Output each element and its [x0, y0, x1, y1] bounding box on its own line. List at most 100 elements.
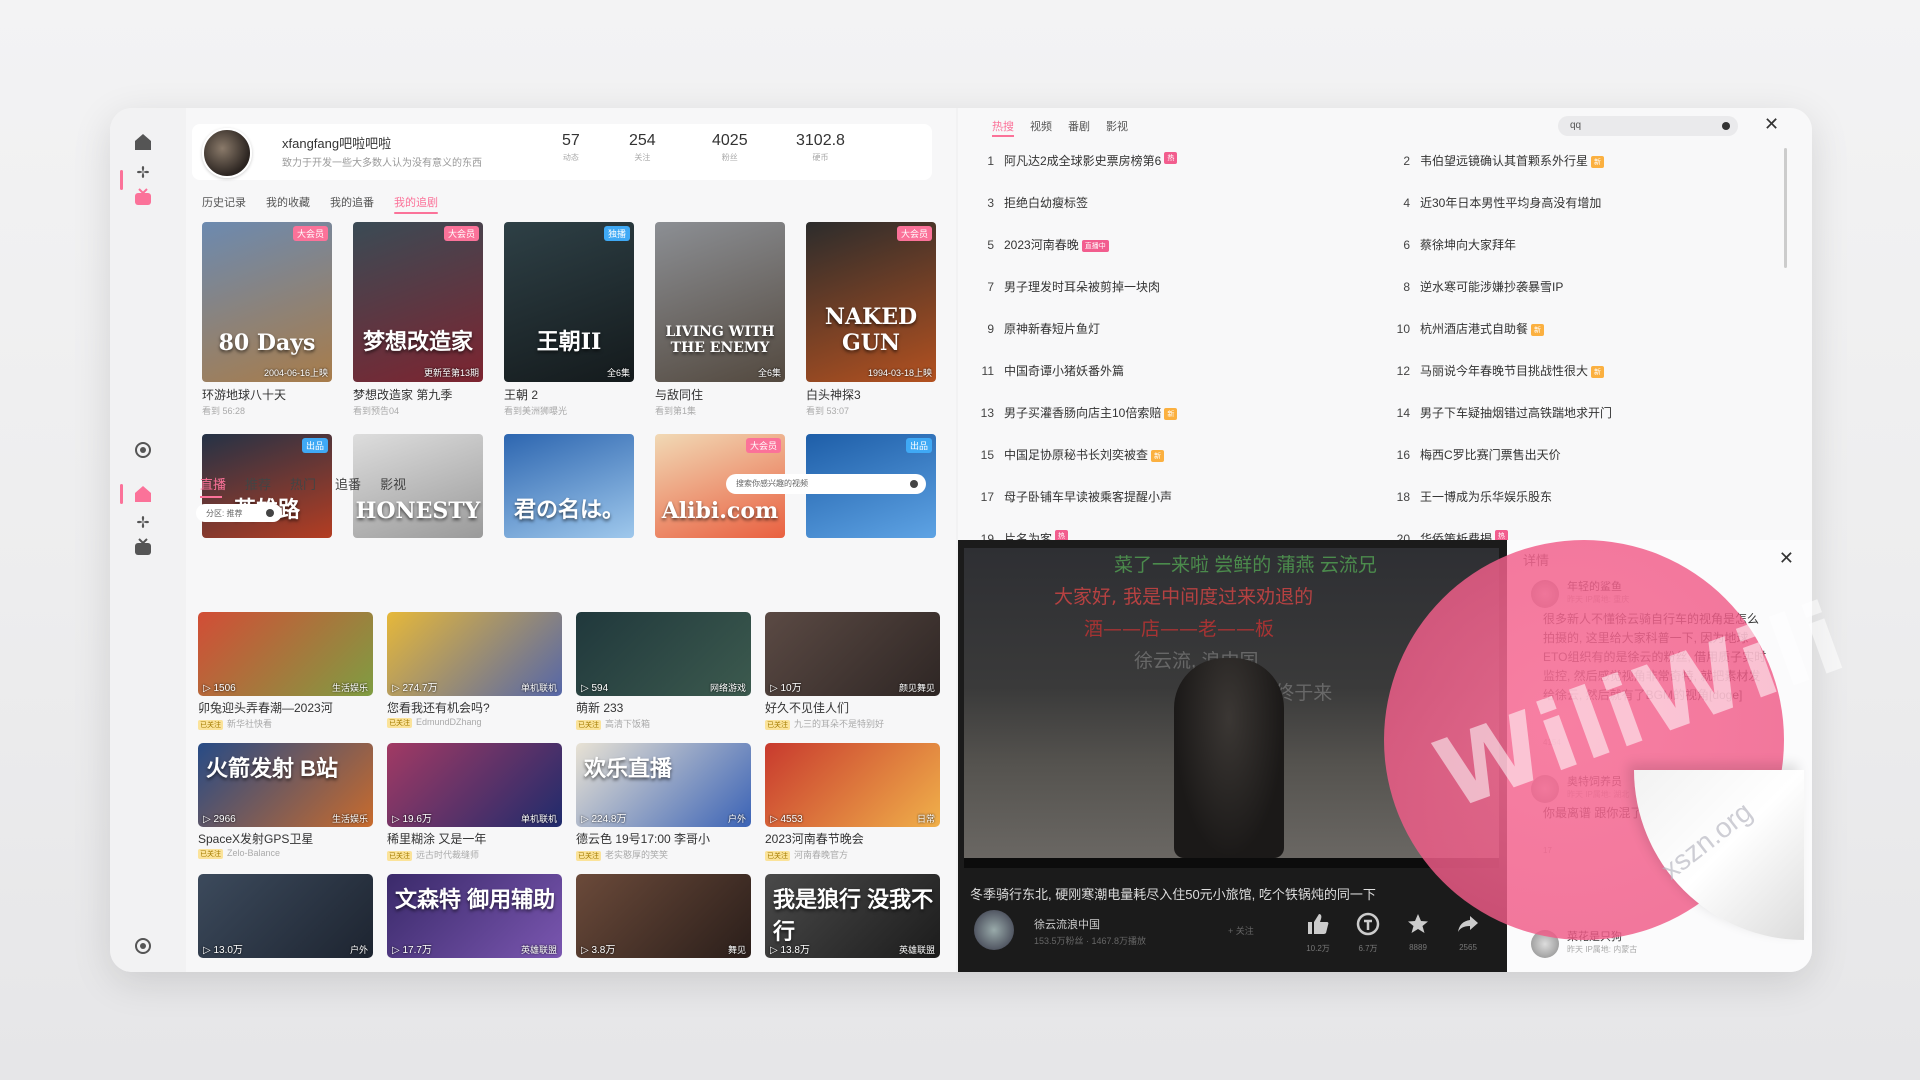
trending-item[interactable]: 15 中国足协原秘书长刘奕被查新 — [972, 446, 1165, 463]
show-poster[interactable]: NAKED GUN 大会员 1994-03-18上映 — [806, 222, 936, 382]
avatar[interactable] — [202, 128, 252, 178]
fan-icon[interactable] — [131, 160, 155, 184]
video-card[interactable]: ▷ 10万 颜见舞见 好久不见佳人们 已关注 九三的耳朵不是特别好 — [765, 612, 940, 730]
home-icon[interactable] — [131, 130, 155, 154]
video-thumbnail[interactable]: ▷ 3.8万 舞见 — [576, 874, 751, 958]
video-card[interactable]: ▷ 13.0万 户外 — [198, 874, 373, 958]
trending-item[interactable]: 9 原神新春短片鱼灯 — [972, 320, 1100, 337]
trending-item[interactable]: 14 男子下车疑抽烟错过高铁踹地求开门 — [1388, 404, 1612, 421]
close-icon[interactable]: ✕ — [1779, 548, 1794, 569]
author-name[interactable]: 徐云流浪中国 — [1034, 916, 1100, 932]
tab-favorites[interactable]: 我的收藏 — [266, 194, 310, 214]
video-card[interactable]: ▷ 4553 日常 2023河南春节晚会 已关注 河南春晚官方 — [765, 743, 940, 861]
video-card[interactable]: ▷ 594 网络游戏 萌新 233 已关注 高清下饭箱 — [576, 612, 751, 730]
like-button[interactable]: 10.2万 — [1302, 912, 1334, 954]
trending-item[interactable]: 13 男子买灌香肠向店主10倍索赔新 — [972, 404, 1178, 421]
tab-movies[interactable]: 影视 — [380, 474, 406, 498]
video-card[interactable]: ▷ 1506 生活娱乐 卯兔迎头弄春潮—2023河 已关注 新华社快看 — [198, 612, 373, 730]
tab-history[interactable]: 历史记录 — [202, 194, 246, 214]
tab-recommend[interactable]: 推荐 — [245, 474, 271, 498]
video-thumbnail[interactable]: ▷ 1506 生活娱乐 — [198, 612, 373, 696]
show-card[interactable]: LIVING WITH THE ENEMY 全6集 与敌同住 看到第1集 — [655, 222, 785, 417]
trending-item[interactable]: 17 母子卧铺车早读被乘客提醒小声 — [972, 488, 1172, 505]
comment-likes[interactable]: 4154 — [1543, 738, 1561, 747]
tab-videos[interactable]: 视频 — [1030, 118, 1052, 137]
video-card[interactable]: 文森特 御用辅助 ▷ 17.7万 英雄联盟 — [387, 874, 562, 958]
uploader-name[interactable]: EdmundDZhang — [416, 717, 482, 727]
show-poster[interactable]: LIVING WITH THE ENEMY 全6集 — [655, 222, 785, 382]
tab-film[interactable]: 影视 — [1106, 118, 1128, 137]
search-input[interactable]: qq — [1558, 116, 1738, 136]
video-card[interactable]: ▷ 19.6万 单机联机 稀里糊涂 又是一年 已关注 远古时代裁缝师 — [387, 743, 562, 861]
comment-author[interactable]: 奥特饲养员 — [1567, 773, 1622, 789]
share-button[interactable]: 2565 — [1452, 912, 1484, 952]
video-thumbnail[interactable]: ▷ 594 网络游戏 — [576, 612, 751, 696]
coin-button[interactable]: 6.7万 — [1352, 912, 1384, 954]
video-thumbnail[interactable]: ▷ 19.6万 单机联机 — [387, 743, 562, 827]
uploader-name[interactable]: 高清下饭箱 — [605, 719, 650, 729]
trending-item[interactable]: 11 中国奇谭小猪妖番外篇 — [972, 362, 1124, 379]
trending-item[interactable]: 18 王一博成为乐华娱乐股东 — [1388, 488, 1552, 505]
uploader-name[interactable]: Zelo-Balance — [227, 848, 280, 858]
fan-icon-2[interactable] — [131, 510, 155, 534]
trending-item[interactable]: 8 逆水寒可能涉嫌抄袭暴雪IP — [1388, 278, 1563, 295]
tab-drama[interactable]: 我的追剧 — [394, 194, 438, 214]
comment-avatar[interactable] — [1531, 775, 1559, 803]
uploader-name[interactable]: 九三的耳朵不是特别好 — [794, 719, 884, 729]
trending-item[interactable]: 4 近30年日本男性平均身高没有增加 — [1388, 194, 1601, 211]
settings-icon-2[interactable] — [131, 934, 155, 958]
tab-live[interactable]: 直播 — [200, 474, 226, 498]
tab-popular[interactable]: 热门 — [290, 474, 316, 498]
trending-scrollbar[interactable] — [1784, 148, 1787, 268]
favorite-button[interactable]: 8889 — [1402, 912, 1434, 952]
trending-item[interactable]: 3 拒绝白幼瘦标签 — [972, 194, 1088, 211]
settings-icon[interactable] — [131, 438, 155, 462]
stat-coins[interactable]: 3102.8 硬币 — [796, 132, 845, 163]
stat-dynamics[interactable]: 57 动态 — [562, 132, 580, 163]
trending-item[interactable]: 2 韦伯望远镜确认其首颗系外行星新 — [1388, 152, 1605, 169]
author-avatar[interactable] — [974, 910, 1014, 950]
stat-fans[interactable]: 4025 粉丝 — [712, 132, 748, 163]
video-thumbnail[interactable]: 文森特 御用辅助 ▷ 17.7万 英雄联盟 — [387, 874, 562, 958]
video-screen[interactable]: 菜了一来啦 尝鲜的 蒲燕 云流兄 大家好, 我是中间度过来劝退的 酒——店——老… — [964, 548, 1499, 858]
stat-following[interactable]: 254 关注 — [629, 132, 656, 163]
uploader-name[interactable]: 河南春晚官方 — [794, 850, 848, 860]
comment-author[interactable]: 年轻的鲨鱼 — [1567, 578, 1622, 594]
video-thumbnail[interactable]: ▷ 274.7万 单机联机 — [387, 612, 562, 696]
trending-item[interactable]: 16 梅西C罗比赛门票售出天价 — [1388, 446, 1561, 463]
video-thumbnail[interactable]: 火箭发射 B站 ▷ 2966 生活娱乐 — [198, 743, 373, 827]
trending-item[interactable]: 5 2023河南春晚 直播中 — [972, 236, 1109, 253]
comment-likes[interactable]: 17 — [1543, 846, 1552, 855]
tab-bangumi[interactable]: 我的追番 — [330, 194, 374, 214]
video-card[interactable]: 我是狼行 没我不行 ▷ 13.8万 英雄联盟 — [765, 874, 940, 958]
progress-bar[interactable] — [964, 858, 1499, 868]
tab-hot-search[interactable]: 热搜 — [992, 118, 1014, 137]
video-card[interactable]: 火箭发射 B站 ▷ 2966 生活娱乐 SpaceX发射GPS卫星 已关注 Zelo-Ba… — [198, 743, 373, 859]
tv-icon[interactable] — [131, 186, 155, 210]
show-card[interactable]: 梦想改造家 大会员 更新至第13期 梦想改造家 第九季 看到预告04 — [353, 222, 483, 417]
trending-item[interactable]: 10 杭州酒店港式自助餐新 — [1388, 320, 1545, 337]
show-card[interactable]: 王朝II 独播 全6集 王朝 2 看到美洲狮曝光 — [504, 222, 634, 417]
uploader-name[interactable]: 远古时代裁缝师 — [416, 850, 479, 860]
video-card[interactable]: 欢乐直播 ▷ 224.8万 户外 德云色 19号17:00 李哥小 已关注 老实憨厚的笑笑 — [576, 743, 751, 861]
video-card[interactable]: ▷ 274.7万 单机联机 您看我还有机会吗? 已关注 EdmundDZhang — [387, 612, 562, 728]
video-card[interactable]: ▷ 3.8万 舞见 — [576, 874, 751, 958]
show-card[interactable]: 80 Days 大会员 2004-06-16上映 环游地球八十天 看到 56:28 — [202, 222, 332, 417]
trending-item[interactable]: 7 男子理发时耳朵被剪掉一块肉 — [972, 278, 1160, 295]
tab-follow-bangumi[interactable]: 追番 — [335, 474, 361, 498]
uploader-name[interactable]: 老实憨厚的笑笑 — [605, 850, 668, 860]
comment-author[interactable]: 菜花是只狗 — [1567, 928, 1622, 944]
close-icon[interactable]: ✕ — [1764, 114, 1779, 135]
follow-button[interactable]: + 关注 — [1228, 924, 1254, 937]
tab-anime[interactable]: 番剧 — [1068, 118, 1090, 137]
feed-search-input[interactable]: 搜索你感兴趣的视频 — [726, 474, 926, 494]
comment-avatar[interactable] — [1531, 580, 1559, 608]
video-thumbnail[interactable]: ▷ 10万 颜见舞见 — [765, 612, 940, 696]
show-poster[interactable]: 王朝II 独播 全6集 — [504, 222, 634, 382]
tv-icon-2[interactable] — [131, 536, 155, 560]
video-player[interactable]: 菜了一来啦 尝鲜的 蒲燕 云流兄 大家好, 我是中间度过来劝退的 酒——店——老… — [958, 540, 1507, 972]
home-icon-2[interactable] — [131, 482, 155, 506]
video-thumbnail[interactable]: ▷ 13.0万 户外 — [198, 874, 373, 958]
show-poster[interactable]: 80 Days 大会员 2004-06-16上映 — [202, 222, 332, 382]
video-thumbnail[interactable]: 我是狼行 没我不行 ▷ 13.8万 英雄联盟 — [765, 874, 940, 958]
